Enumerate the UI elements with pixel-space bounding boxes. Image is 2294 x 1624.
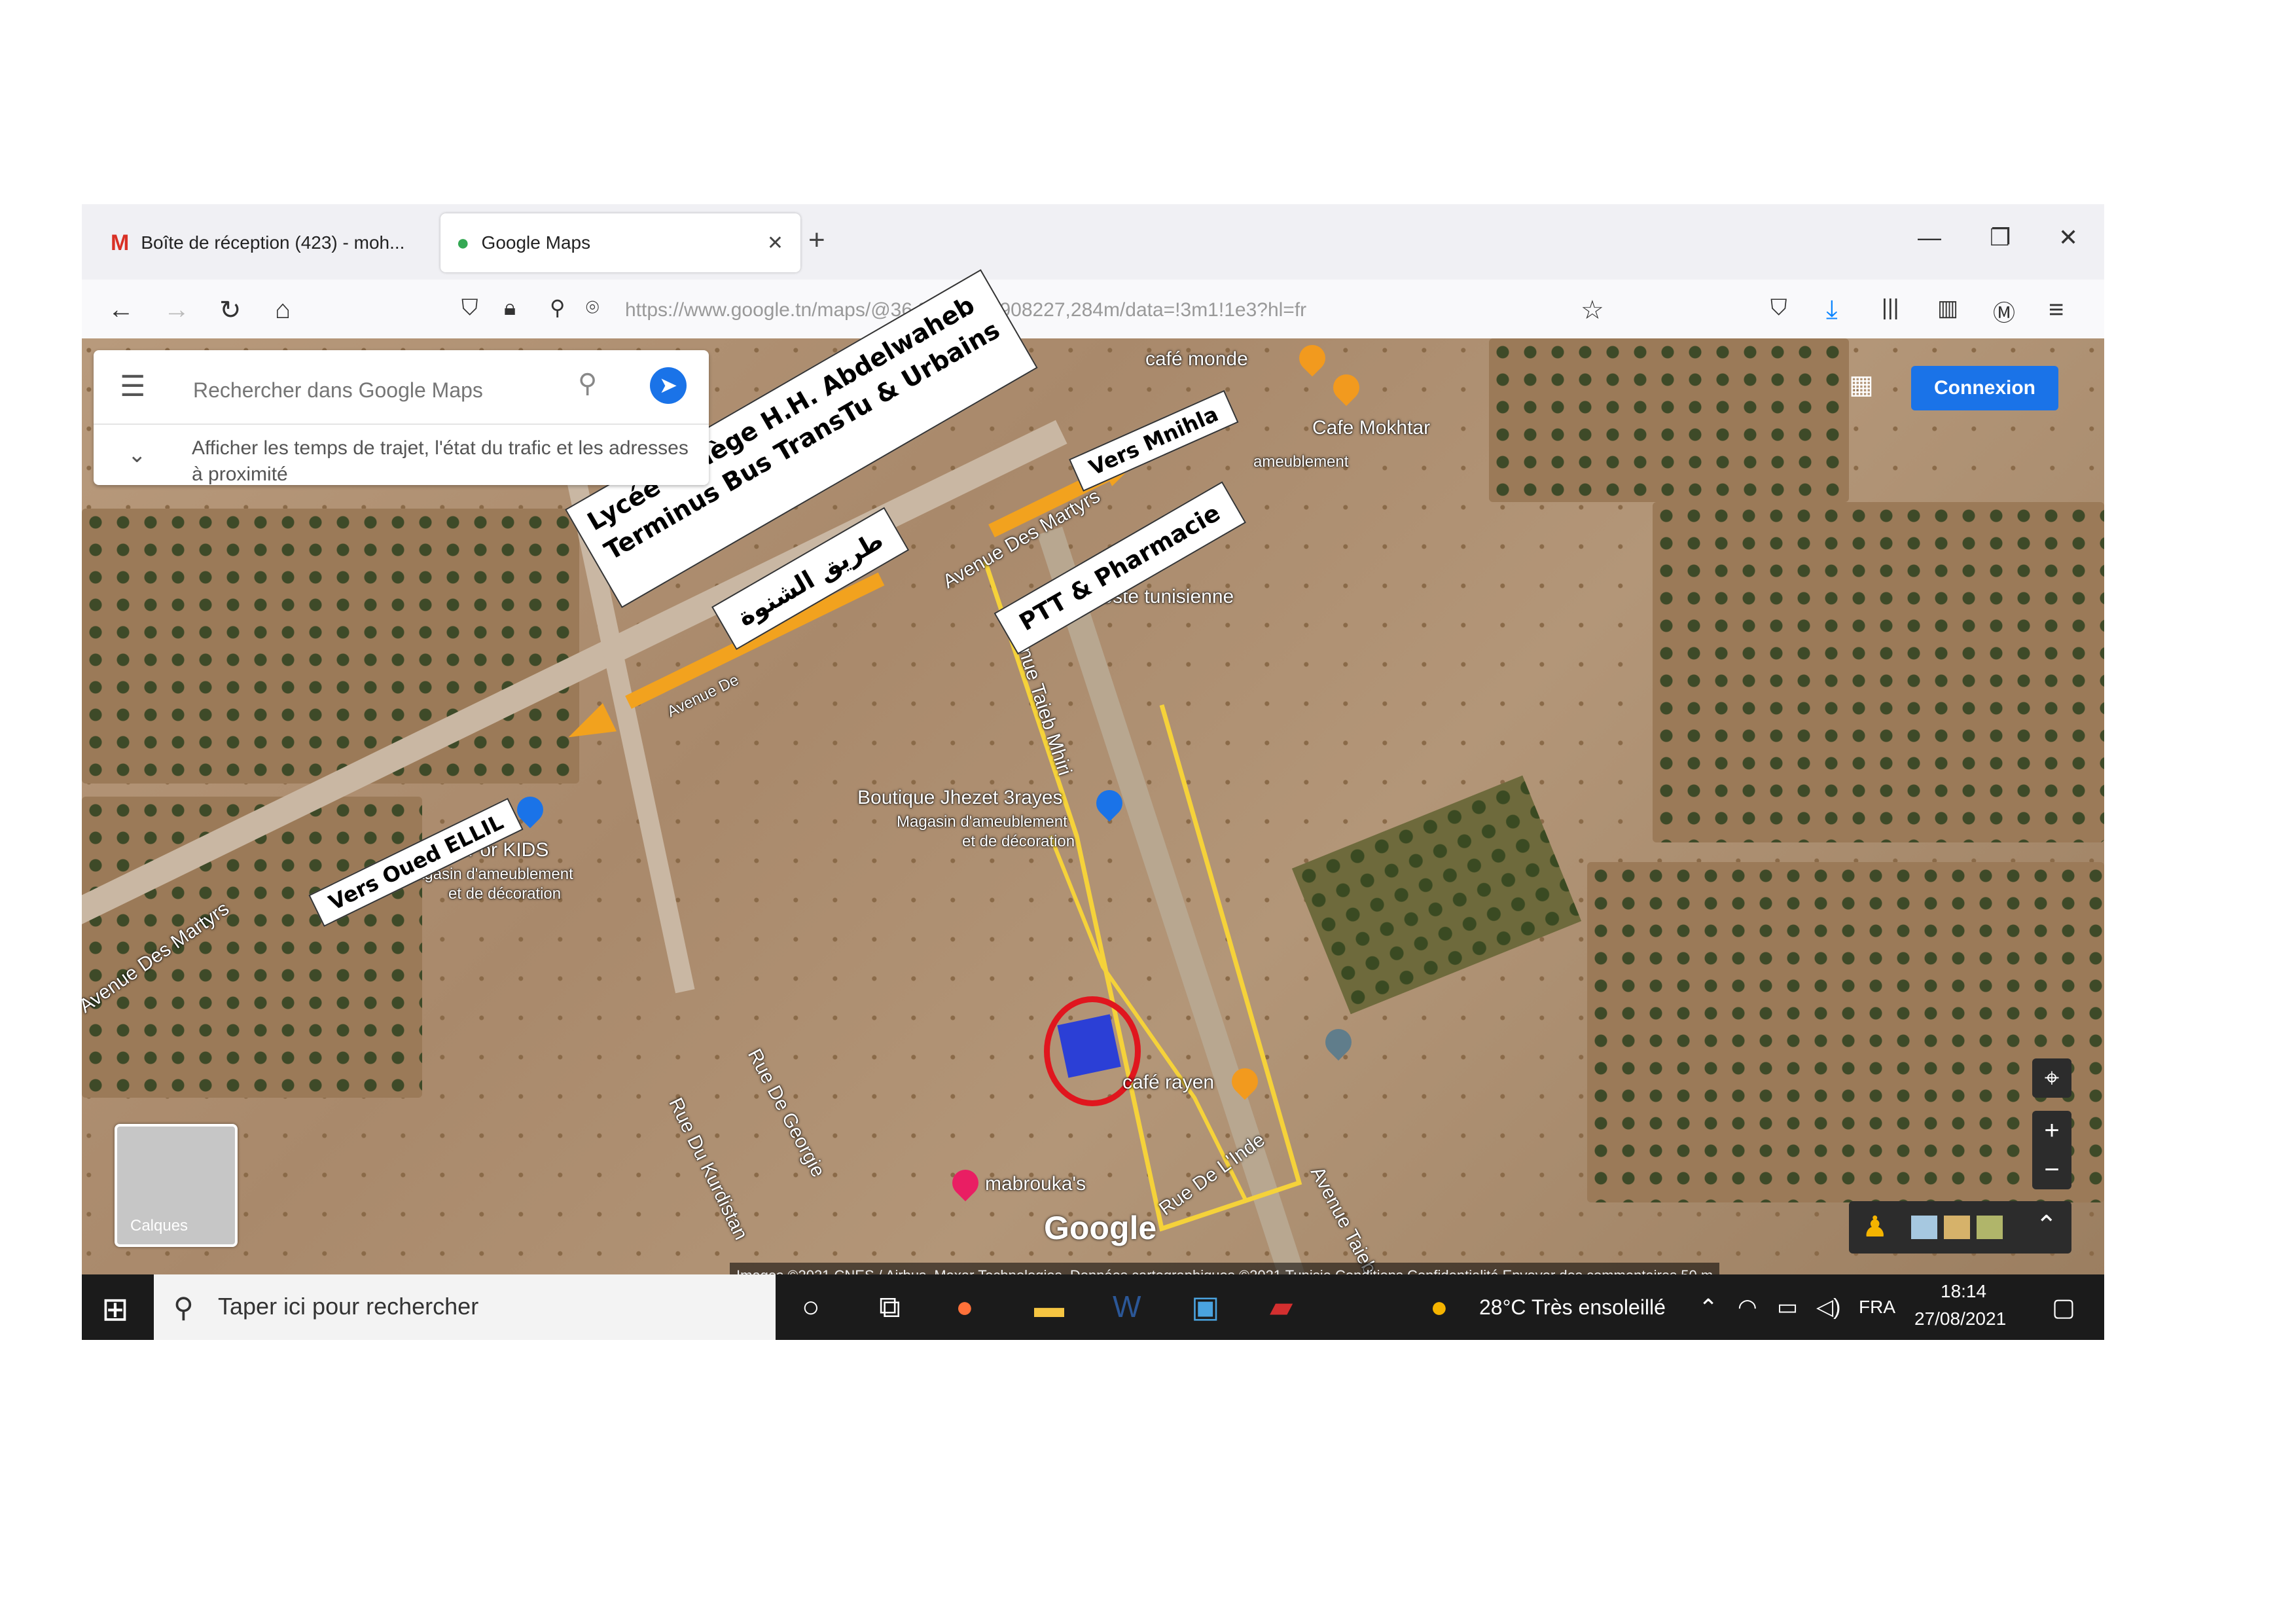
google-maps-icon: ● bbox=[456, 230, 470, 255]
firefox-icon[interactable]: ● bbox=[956, 1289, 974, 1324]
my-location-button[interactable]: ⌖ bbox=[2032, 1058, 2071, 1098]
library-icon[interactable]: ||| bbox=[1882, 295, 1899, 321]
place-label[interactable]: ameublement bbox=[1253, 453, 1348, 471]
back-icon[interactable]: ← bbox=[108, 295, 134, 325]
connexion-button[interactable]: Connexion bbox=[1911, 366, 2058, 410]
place-label[interactable]: Boutique Jhezet 3rayes bbox=[857, 787, 1063, 809]
bookmark-star-icon[interactable]: ☆ bbox=[1581, 295, 1604, 325]
tab-label: Google Maps bbox=[481, 232, 591, 253]
place-label[interactable]: café monde bbox=[1145, 348, 1248, 370]
clock-date[interactable]: 27/08/2021 bbox=[1914, 1308, 2006, 1329]
download-icon[interactable]: ⤓ bbox=[1826, 295, 1838, 325]
place-label: et de décoration bbox=[448, 885, 562, 903]
imagery-thumb[interactable] bbox=[1944, 1216, 1970, 1239]
pegman-icon[interactable]: ♟ bbox=[1862, 1210, 1888, 1244]
chevron-down-icon[interactable]: ⌄ bbox=[128, 442, 147, 468]
gmail-icon: M bbox=[111, 230, 130, 255]
notifications-icon[interactable]: ▢ bbox=[2052, 1293, 2075, 1322]
windows-taskbar: ⊞ ⚲ Taper ici pour rechercher ○ ⧉ ● ▬ W … bbox=[82, 1274, 2104, 1340]
wifi-icon[interactable]: ◠ bbox=[1738, 1294, 1757, 1320]
permissions-icon[interactable]: ⚲ bbox=[550, 295, 565, 320]
divider bbox=[94, 424, 709, 425]
sidebar-icon[interactable]: ▥ bbox=[1937, 295, 1958, 321]
lock-icon[interactable]: 🔒︎ bbox=[504, 295, 516, 321]
expand-icon[interactable]: ⌃ bbox=[2035, 1210, 2058, 1240]
browser-tab-bar: M Boîte de réception (423) - moh... ✕ ● … bbox=[82, 204, 2104, 280]
place-label[interactable]: mabrouka's bbox=[985, 1173, 1086, 1195]
maps-search-panel: ☰ ⚲ ➤ ⌄ Afficher les temps de trajet, l'… bbox=[94, 350, 709, 485]
maps-search-input[interactable] bbox=[192, 370, 561, 410]
reload-icon[interactable]: ↻ bbox=[219, 295, 242, 325]
imagery-thumb[interactable] bbox=[1911, 1216, 1937, 1239]
satellite-map[interactable]: café monde Cafe Mokhtar ameublement La p… bbox=[82, 269, 2104, 1294]
screenshot-frame: M Boîte de réception (423) - moh... ✕ ● … bbox=[82, 204, 2104, 1340]
language-indicator[interactable]: FRA bbox=[1859, 1297, 1895, 1318]
pdf-icon[interactable]: ▰ bbox=[1270, 1289, 1293, 1324]
search-icon[interactable]: ⚲ bbox=[578, 369, 597, 399]
battery-icon[interactable]: ▭ bbox=[1777, 1294, 1798, 1320]
location-icon[interactable]: ⌾ bbox=[586, 295, 599, 321]
menu-icon[interactable]: ≡ bbox=[2049, 295, 2064, 325]
volume-icon[interactable]: ◁) bbox=[1816, 1294, 1840, 1320]
place-label: Magasin d'ameublement bbox=[897, 813, 1067, 831]
task-view-icon[interactable]: ⧉ bbox=[879, 1289, 901, 1326]
place-label[interactable]: Cafe Mokhtar bbox=[1312, 417, 1430, 439]
tab-google-maps[interactable]: ● Google Maps ✕ bbox=[440, 213, 800, 272]
weather-sun-icon[interactable]: ● bbox=[1430, 1289, 1448, 1324]
directions-icon[interactable]: ➤ bbox=[650, 367, 687, 404]
hamburger-menu-icon[interactable]: ☰ bbox=[120, 370, 145, 403]
destination-marker bbox=[1057, 1014, 1121, 1078]
shield-icon[interactable]: ⛉ bbox=[461, 295, 478, 321]
photos-icon[interactable]: ▣ bbox=[1191, 1289, 1219, 1324]
nearby-hint[interactable]: Afficher les temps de trajet, l'état du … bbox=[192, 435, 689, 488]
account-icon[interactable]: Ⓜ bbox=[1993, 295, 2015, 327]
zoom-in-button[interactable]: + bbox=[2032, 1111, 2071, 1150]
browser-nav-bar: ← → ↻ ⌂ ⛉ 🔒︎ ⚲ ⌾ https://www.google.tn/m… bbox=[82, 280, 2104, 345]
search-icon: ⚲ bbox=[173, 1292, 194, 1323]
close-tab-icon[interactable]: ✕ bbox=[767, 232, 783, 255]
google-logo: Google bbox=[1044, 1210, 1157, 1246]
taskbar-search-text: Taper ici pour rechercher bbox=[218, 1293, 479, 1320]
taskbar-search[interactable]: ⚲ Taper ici pour rechercher bbox=[154, 1274, 776, 1340]
pocket-icon[interactable]: ⛉ bbox=[1770, 295, 1787, 321]
clock-time[interactable]: 18:14 bbox=[1941, 1281, 1986, 1302]
new-tab-icon[interactable]: + bbox=[808, 224, 825, 257]
restore-icon[interactable]: ❐ bbox=[1990, 224, 2011, 251]
tab-gmail[interactable]: M Boîte de réception (423) - moh... ✕ bbox=[95, 213, 501, 272]
street-view-bar: ♟ ⌃ bbox=[1849, 1201, 2071, 1254]
tab-label: Boîte de réception (423) - moh... bbox=[141, 232, 405, 253]
zoom-out-button[interactable]: − bbox=[2032, 1150, 2071, 1189]
cortana-icon[interactable]: ○ bbox=[802, 1289, 820, 1324]
home-icon[interactable]: ⌂ bbox=[275, 295, 291, 325]
forward-icon[interactable]: → bbox=[164, 295, 190, 325]
imagery-thumb[interactable] bbox=[1977, 1216, 2003, 1239]
chevron-up-icon[interactable]: ⌃ bbox=[1698, 1294, 1718, 1322]
close-window-icon[interactable]: ✕ bbox=[2058, 224, 2078, 251]
weather-text[interactable]: 28°C Très ensoleillé bbox=[1479, 1295, 1666, 1320]
windows-start-icon[interactable]: ⊞ bbox=[101, 1290, 129, 1328]
file-explorer-icon[interactable]: ▬ bbox=[1034, 1289, 1064, 1324]
place-label: et de décoration bbox=[962, 833, 1075, 850]
layers-label: Calques bbox=[130, 1217, 188, 1235]
minimize-icon[interactable]: — bbox=[1918, 224, 1941, 251]
place-label[interactable]: café rayen bbox=[1122, 1072, 1214, 1094]
apps-grid-icon[interactable]: ▦ bbox=[1849, 370, 1874, 400]
layers-button[interactable]: Calques bbox=[115, 1124, 238, 1247]
word-icon[interactable]: W bbox=[1113, 1289, 1141, 1324]
